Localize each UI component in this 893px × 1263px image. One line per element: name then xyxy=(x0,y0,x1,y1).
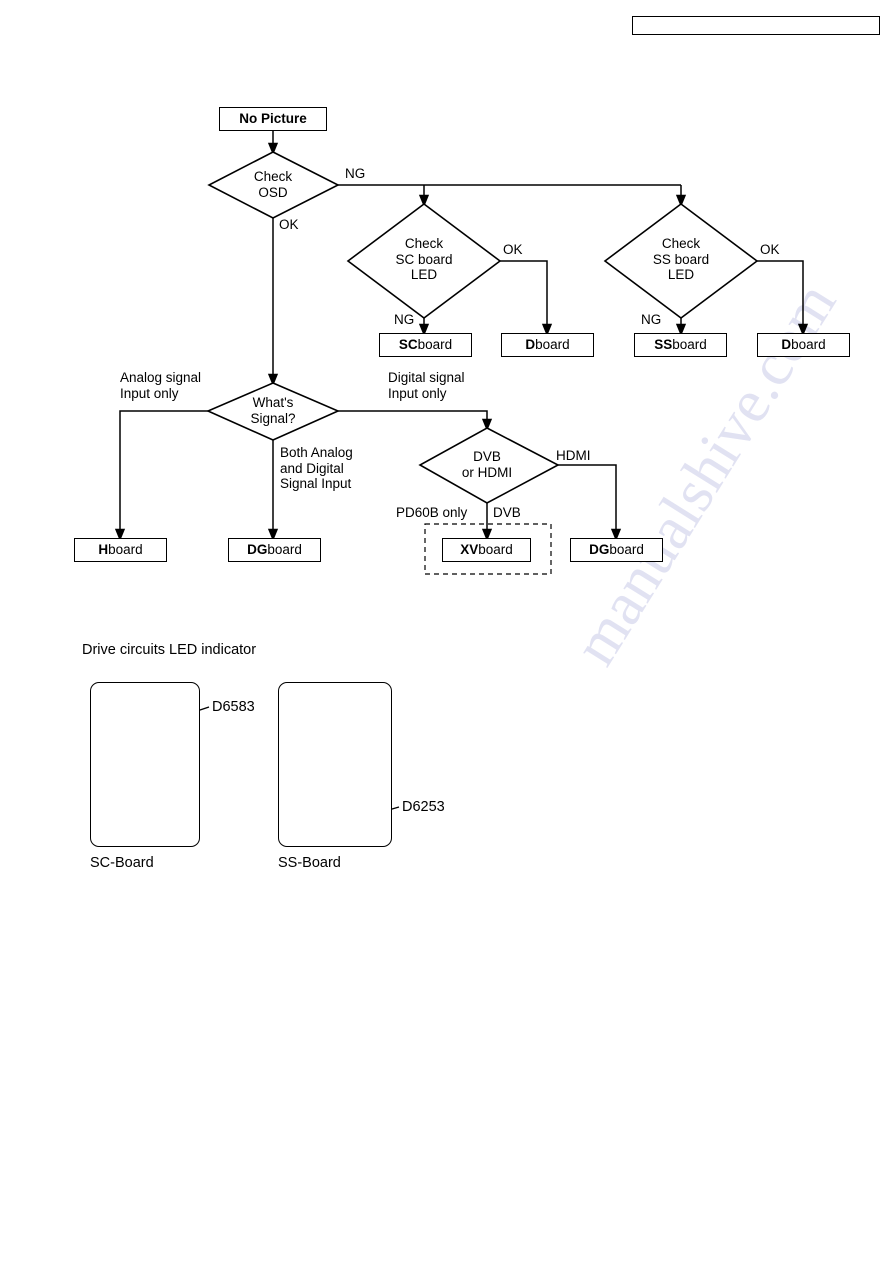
pcb-sc-board xyxy=(90,682,200,847)
flowchart-connectors xyxy=(114,131,809,829)
result-d-board-sc-branch[interactable]: D board xyxy=(501,333,594,357)
result-sc-board-bold: SC xyxy=(398,337,418,353)
watermark-text: manualshive.com xyxy=(880,61,893,467)
result-h-board[interactable]: H board xyxy=(74,538,167,562)
node-check-osd-line2: OSD xyxy=(258,184,288,200)
node-whats-signal-line2: Signal? xyxy=(250,410,296,426)
edge-label-sc-ok: OK xyxy=(503,242,523,257)
header-box xyxy=(632,16,880,35)
edge-label-hdmi: HDMI xyxy=(556,448,591,463)
edge-label-osd-ng: NG xyxy=(345,166,366,181)
pcb-ss-board xyxy=(278,682,392,847)
result-dg-board-both[interactable]: DG board xyxy=(228,538,321,562)
edge-label-both-analog-digital: Both Analog and Digital Signal Input xyxy=(280,445,353,492)
node-check-ss-line1: Check xyxy=(661,236,701,251)
result-dg-board-hdmi[interactable]: DG board xyxy=(570,538,663,562)
node-check-ss-board-led[interactable]: Check SS board LED xyxy=(601,236,761,283)
result-ss-board-rest: board xyxy=(672,337,707,353)
result-dg-board-1-rest: board xyxy=(267,542,302,558)
node-check-osd[interactable]: Check OSD xyxy=(193,169,353,200)
result-d-board-2-bold: D xyxy=(781,337,792,353)
edge-label-both-line2: and Digital xyxy=(280,460,344,476)
result-ss-board[interactable]: SS board xyxy=(634,333,727,357)
node-check-sc-line3: LED xyxy=(410,267,438,282)
result-dg-board-2-rest: board xyxy=(609,542,644,558)
led-section-title: Drive circuits LED indicator xyxy=(82,642,257,658)
page-root: manualshive.com manualshive.com No Pictu… xyxy=(0,0,893,1263)
result-d-board-ss-branch[interactable]: D board xyxy=(757,333,850,357)
result-xv-board-bold: XV xyxy=(460,542,479,558)
edge-label-ss-ng: NG xyxy=(641,312,662,327)
node-check-sc-line2: SC board xyxy=(395,251,453,267)
pcb-sc-board-caption: SC-Board xyxy=(90,855,154,871)
edge-label-analog-only-line1: Analog signal xyxy=(120,370,202,385)
result-d-board-2-rest: board xyxy=(791,337,826,353)
result-h-board-rest: board xyxy=(108,542,143,558)
result-d-board-1-rest: board xyxy=(535,337,570,353)
node-no-picture-label: No Picture xyxy=(239,111,307,127)
result-sc-board-rest: board xyxy=(417,337,453,353)
edge-label-analog-only: Analog signal Input only xyxy=(120,370,201,401)
edge-label-digital-only-line2: Input only xyxy=(388,385,447,401)
result-d-board-1-bold: D xyxy=(525,337,536,353)
edge-label-digital-only: Digital signal Input only xyxy=(388,370,465,401)
node-check-ss-line3: LED xyxy=(667,267,695,282)
result-ss-board-bold: SS xyxy=(654,337,673,353)
result-sc-board[interactable]: SC board xyxy=(379,333,472,357)
node-dvb-or-hdmi-line2: or HDMI xyxy=(461,464,513,480)
node-whats-signal-line1: What's xyxy=(252,395,294,410)
edge-label-both-line3: Signal Input xyxy=(280,476,352,491)
node-dvb-or-hdmi[interactable]: DVB or HDMI xyxy=(427,449,547,480)
node-check-sc-line1: Check xyxy=(404,236,444,251)
edge-label-sc-ng: NG xyxy=(394,312,415,327)
node-no-picture[interactable]: No Picture xyxy=(219,107,327,131)
edge-label-ss-ok: OK xyxy=(760,242,780,257)
node-check-sc-board-led[interactable]: Check SC board LED xyxy=(344,236,504,283)
result-xv-board[interactable]: XV board xyxy=(442,538,531,562)
result-dg-board-2-bold: DG xyxy=(589,542,610,558)
led-ref-d6253: D6253 xyxy=(402,799,445,815)
result-h-board-bold: H xyxy=(98,542,109,558)
edge-label-digital-only-line1: Digital signal xyxy=(388,370,465,385)
node-check-osd-line1: Check xyxy=(253,169,293,184)
led-ref-d6583: D6583 xyxy=(212,699,255,715)
result-xv-board-rest: board xyxy=(478,542,513,558)
edge-label-both-line1: Both Analog xyxy=(280,445,353,460)
watermark-text: manualshive.com xyxy=(560,271,850,677)
node-dvb-or-hdmi-line1: DVB xyxy=(473,449,501,464)
edge-label-osd-ok: OK xyxy=(279,217,299,232)
pcb-ss-board-caption: SS-Board xyxy=(278,855,341,871)
node-whats-signal[interactable]: What's Signal? xyxy=(213,395,333,426)
edge-label-dvb: DVB xyxy=(493,505,521,520)
result-dg-board-1-bold: DG xyxy=(247,542,268,558)
edge-label-analog-only-line2: Input only xyxy=(120,385,179,401)
edge-label-pd60b-only: PD60B only xyxy=(396,505,468,520)
node-check-ss-line2: SS board xyxy=(652,251,710,267)
